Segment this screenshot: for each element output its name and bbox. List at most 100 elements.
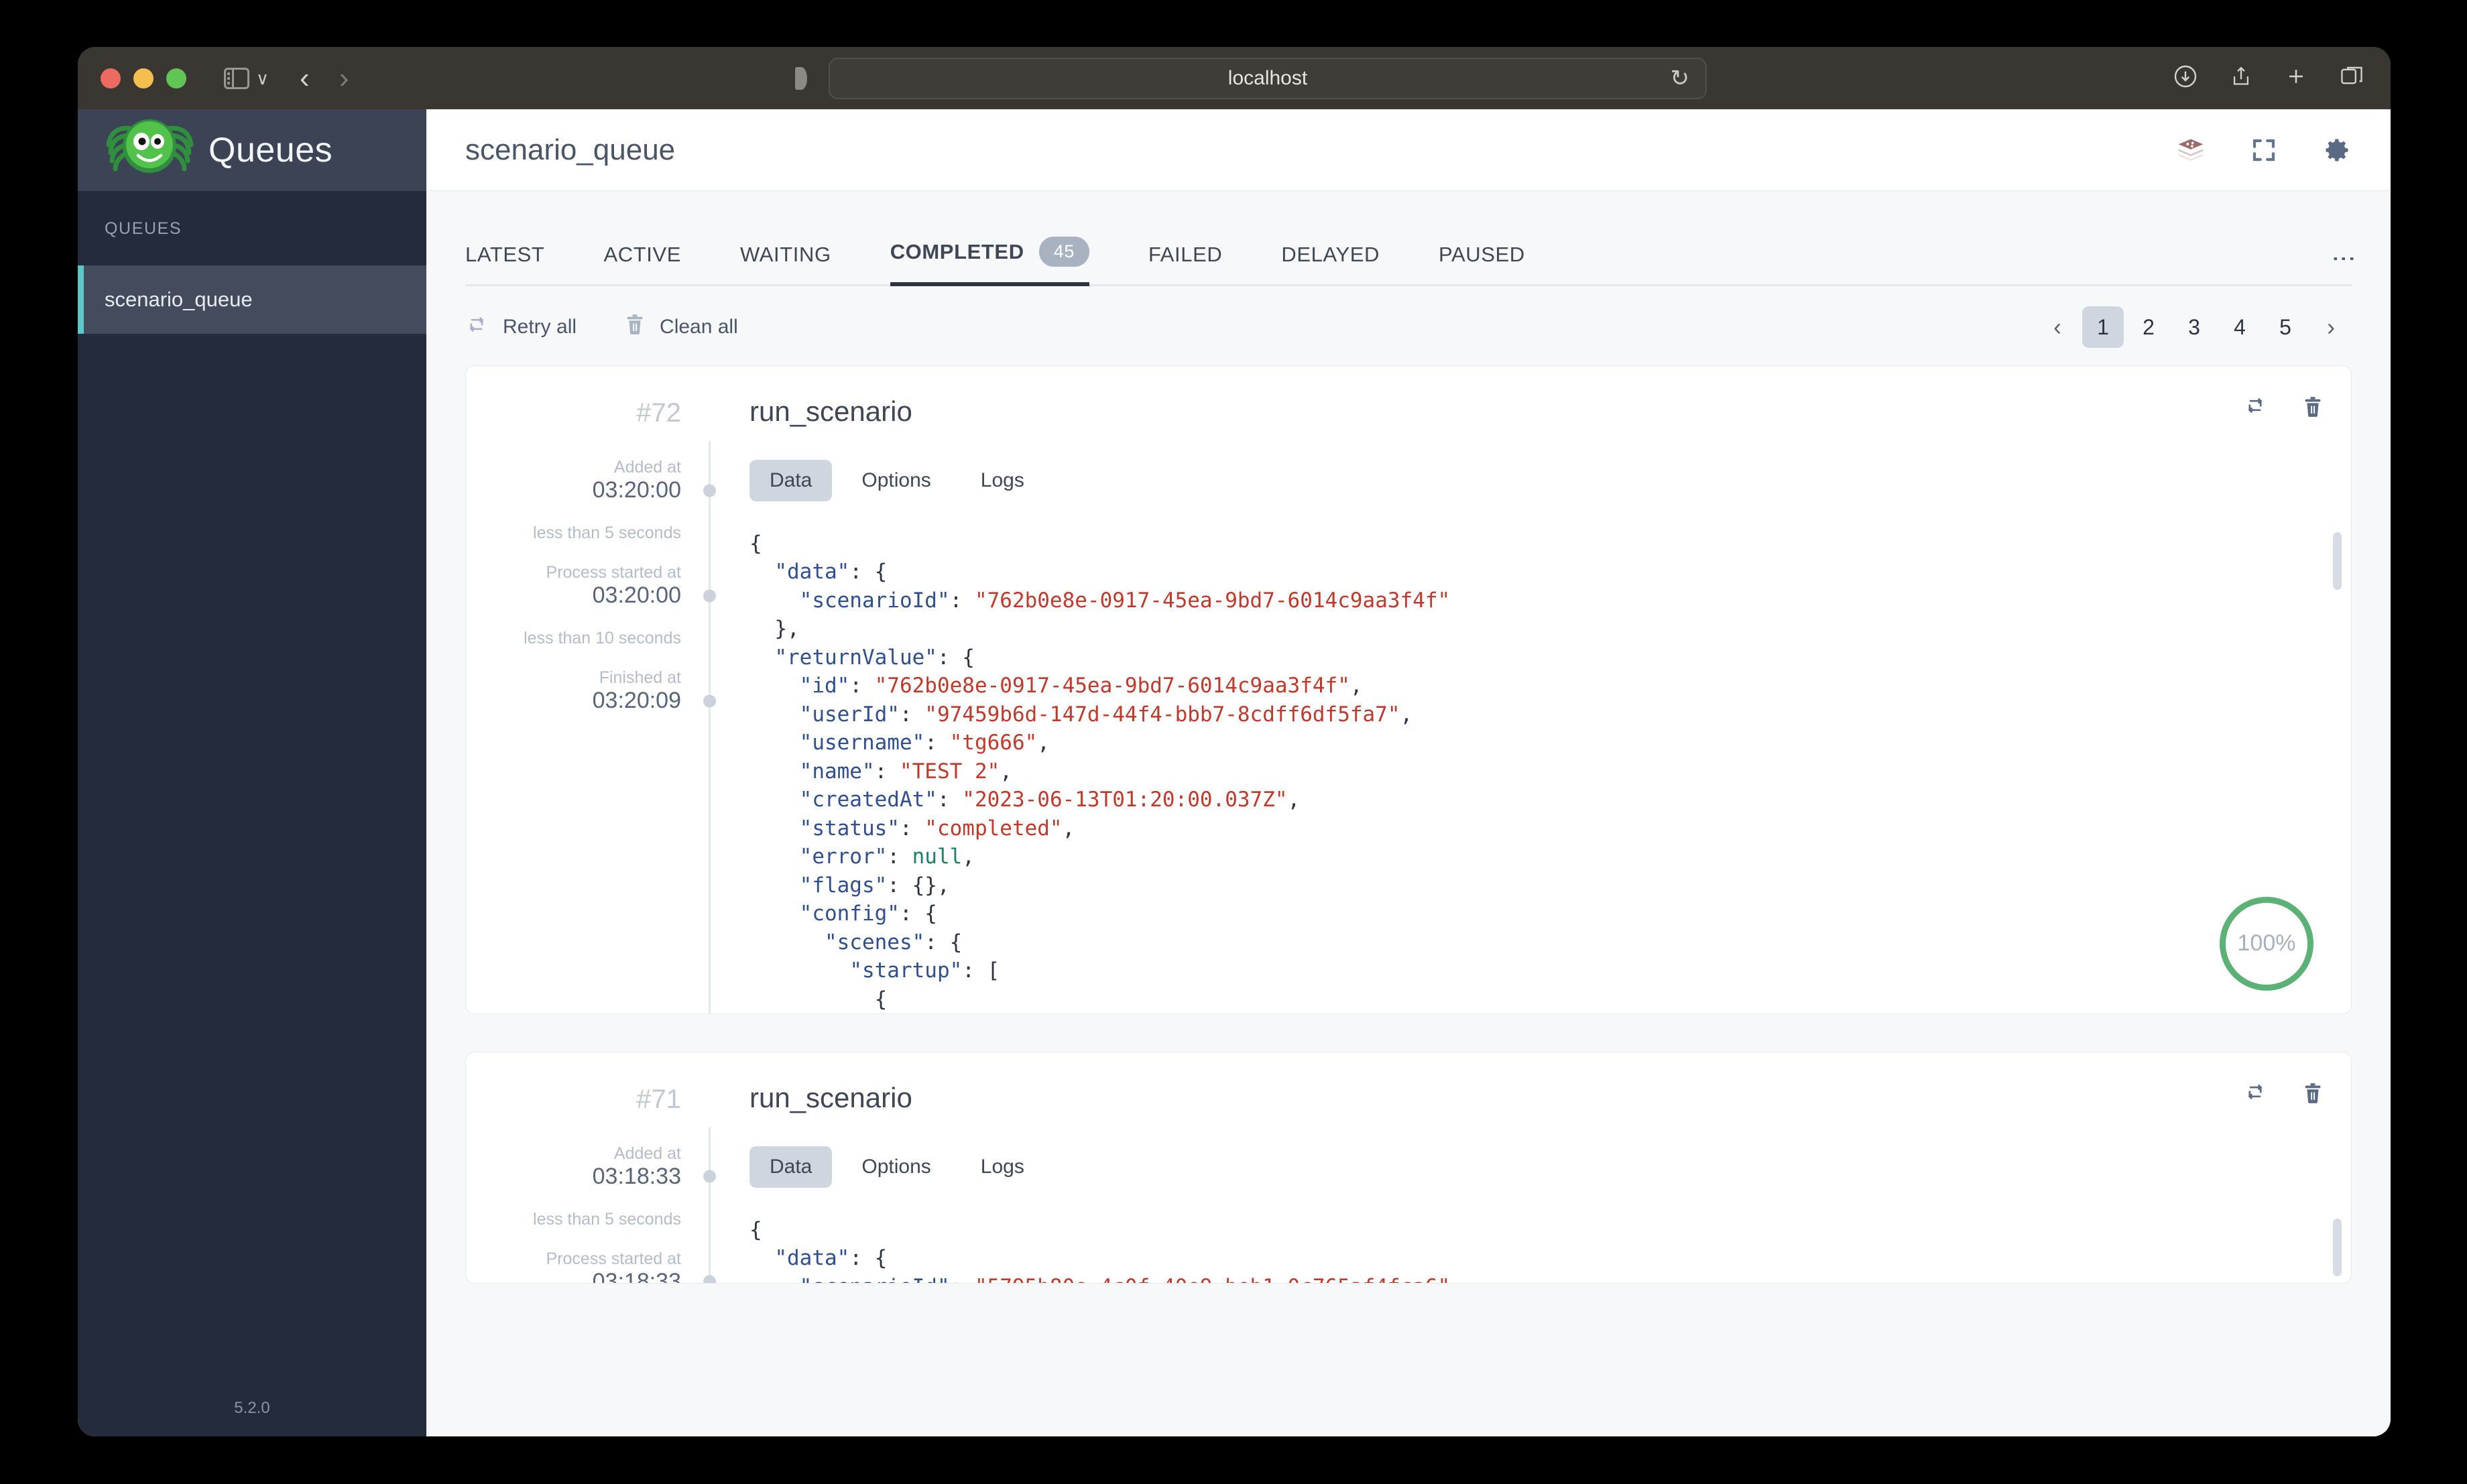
finished-at-value: 03:20:09 [466,688,681,714]
navigation-arrows: ‹ › [300,63,349,93]
chevron-down-icon[interactable]: ∨ [256,70,269,87]
job-timeline: #72 Added at 03:20:00 less than 5 second… [466,366,711,1013]
fullscreen-icon[interactable] [2250,136,2278,164]
job-tab-options[interactable]: Options [841,460,951,501]
pagination-page-5[interactable]: 5 [2265,306,2306,348]
retry-all-button[interactable]: Retry all [465,314,577,340]
json-content: { "data": { "scenarioId": "5795b80e-4c0f… [749,1217,1450,1283]
delete-job-icon[interactable] [2303,1082,2323,1108]
clean-all-label: Clean all [660,316,738,338]
status-tabs: LATEST ACTIVE WAITING COMPLETED 45 FAILE… [465,191,2358,286]
zoom-window-button[interactable] [166,68,186,88]
delete-job-icon[interactable] [2303,395,2323,422]
traffic-lights [101,68,186,88]
added-at-label: Added at [613,1143,681,1163]
tab-failed[interactable]: FAILED [1148,243,1222,284]
pagination-prev-button[interactable]: ‹ [2037,306,2078,348]
retry-job-icon[interactable] [2244,1082,2267,1108]
retry-job-icon[interactable] [2244,395,2267,422]
pagination-page-2[interactable]: 2 [2128,306,2169,348]
page-title: scenario_queue [465,133,676,166]
job-body: run_scenario Data Options Logs {"data":… [711,366,2351,1013]
added-at-label: Added at [613,458,681,477]
reload-icon[interactable]: ↻ [1671,67,1690,90]
address-bar[interactable]: localhost ↻ [829,57,1707,99]
job-json-viewer: { "data": { "scenarioId": "762b0e8e-0917… [749,530,2351,1013]
finished-at-label: Finished at [599,668,681,687]
job-actions [2244,1082,2323,1108]
close-window-button[interactable] [101,68,121,88]
job-card: #71 Added at 03:18:33 less than 5 second… [465,1051,2352,1284]
job-tab-data[interactable]: Data [749,460,833,501]
job-data-tabs: Data Options Logs [749,1146,2351,1188]
downloads-icon[interactable] [2173,64,2198,92]
new-tab-icon[interactable] [2285,65,2307,91]
url-text: localhost [1227,66,1308,89]
tab-label: FAILED [1148,243,1223,266]
pagination-next-button[interactable]: › [2310,306,2352,348]
sidebar-toggle-group: ∨ [224,67,269,89]
page-header: scenario_queue [426,109,2391,191]
browser-toolbar: ∨ ‹ › localhost ↻ [78,47,2391,109]
job-title: run_scenario [749,1081,912,1113]
sidebar-section-label: QUEUES [105,219,182,238]
job-tab-logs[interactable]: Logs [961,460,1044,501]
privacy-shield-icon [795,66,807,90]
job-title: run_scenario [749,395,912,427]
share-icon[interactable] [2230,64,2252,92]
job-progress-badge: 100% [2220,896,2313,991]
added-at-value: 03:20:00 [466,477,681,503]
tab-active[interactable]: ACTIVE [603,243,681,284]
job-json-viewer: { "data": { "scenarioId": "5795b80e-4c0f… [749,1216,2351,1283]
back-button[interactable]: ‹ [300,63,310,93]
tab-count-badge: 45 [1038,237,1089,267]
browser-right-tools [2173,64,2364,92]
retry-icon [465,314,488,340]
process-started-label: Process started at [546,563,681,582]
tab-label: WAITING [740,243,831,266]
job-id: #72 [636,398,681,428]
tabs-overflow-menu-icon[interactable]: ⋮ [2331,247,2358,272]
job-timeline: #71 Added at 03:18:33 less than 5 second… [466,1052,711,1283]
sidebar-item-scenario-queue[interactable]: scenario_queue [78,265,426,334]
clean-all-button[interactable]: Clean all [625,313,738,341]
pagination-page-1[interactable]: 1 [2082,306,2124,348]
pagination-page-4[interactable]: 4 [2219,306,2261,348]
job-tab-logs[interactable]: Logs [961,1146,1044,1188]
process-started-value: 03:20:00 [466,582,681,609]
bull-board-app: Queues QUEUES scenario_queue 5.2.0 scena… [78,109,2391,1436]
duration-added-to-start: less than 5 seconds [533,1209,681,1229]
minimize-window-button[interactable] [133,68,154,88]
process-started-label: Process started at [546,1249,681,1268]
tab-overview-icon[interactable] [2340,66,2364,90]
duration-added-to-start: less than 5 seconds [533,523,681,542]
redis-stack-icon[interactable] [2176,135,2206,165]
sidebar: Queues QUEUES scenario_queue 5.2.0 [78,109,426,1436]
json-scrollbar[interactable] [2333,1218,2342,1276]
job-tab-options[interactable]: Options [841,1146,951,1188]
tab-completed[interactable]: COMPLETED 45 [890,237,1090,286]
sidebar-toggle-icon[interactable] [224,67,249,89]
brand-title: Queues [208,131,333,170]
job-id: #71 [636,1084,681,1114]
gear-icon[interactable] [2322,135,2352,165]
json-scrollbar[interactable] [2333,532,2342,590]
pagination-page-3[interactable]: 3 [2173,306,2215,348]
tab-waiting[interactable]: WAITING [740,243,831,284]
tab-label: DELAYED [1281,243,1380,266]
duration-start-to-finish: less than 10 seconds [524,629,681,647]
job-actions [2244,395,2323,422]
tab-label: COMPLETED [890,239,1024,263]
tab-paused[interactable]: PAUSED [1439,243,1525,284]
job-card: #72 Added at 03:20:00 less than 5 second… [465,365,2352,1014]
retry-all-label: Retry all [503,316,577,338]
job-tab-data[interactable]: Data [749,1146,833,1188]
tab-label: ACTIVE [603,243,682,266]
tab-delayed[interactable]: DELAYED [1281,243,1380,284]
version-label: 5.2.0 [234,1399,270,1417]
tab-label: PAUSED [1438,243,1525,266]
forward-button[interactable]: › [339,63,349,93]
tab-latest[interactable]: LATEST [465,243,544,284]
spider-logo-icon [98,117,202,184]
list-toolbar: Retry all Clean all ‹ 1 2 3 4 5 › [465,286,2352,365]
